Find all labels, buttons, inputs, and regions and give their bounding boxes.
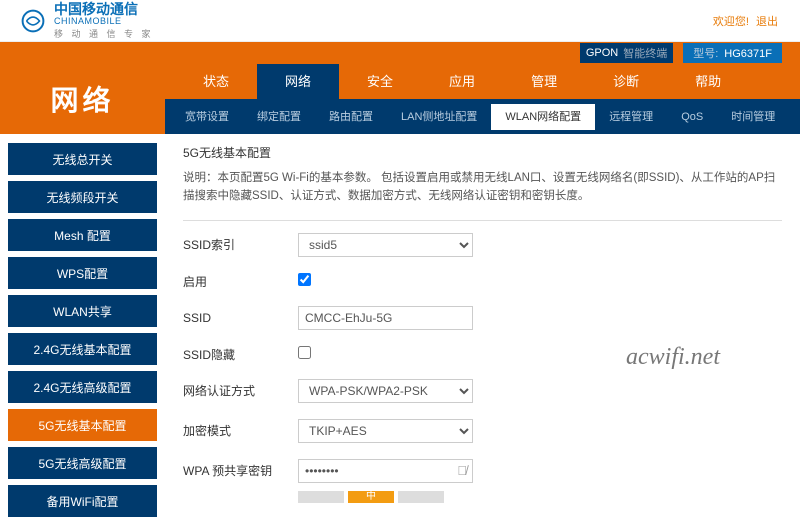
label-psk: WPA 预共享密钥 — [183, 462, 298, 479]
encrypt-select[interactable]: TKIP+AES — [298, 419, 473, 443]
section-title: 5G无线基本配置 — [183, 144, 782, 161]
nav-tab-6[interactable]: 帮助 — [667, 64, 749, 99]
logout-link[interactable]: 退出 — [756, 16, 778, 28]
conn-type: GPON — [586, 47, 618, 59]
ssid-index-select[interactable]: ssid5 — [298, 233, 473, 257]
label-ssid: SSID — [183, 311, 298, 325]
label-enable: 启用 — [183, 273, 298, 290]
subnav-tab-0[interactable]: 宽带设置 — [171, 104, 243, 130]
strength-bar-1 — [298, 491, 344, 503]
brand-tagline: 移 动 通 信 专 家 — [54, 27, 154, 40]
separator — [183, 220, 782, 221]
chinamobile-logo-icon — [20, 8, 46, 34]
eye-icon[interactable]: 👁̸ — [457, 463, 467, 478]
strength-meter: 中 — [298, 491, 782, 503]
sidebar-item-7[interactable]: 5G无线基本配置 — [8, 409, 157, 441]
label-ssid-hide: SSID隐藏 — [183, 346, 298, 363]
auth-select[interactable]: WPA-PSK/WPA2-PSK — [298, 379, 473, 403]
section-desc: 说明：本页配置5G Wi-Fi的基本参数。 包括设置启用或禁用无线LAN口、设置… — [183, 169, 782, 206]
section-brand: 网络 — [0, 64, 165, 134]
brand-name-cn: 中国移动通信 — [54, 2, 154, 16]
subnav-tab-5[interactable]: 远程管理 — [595, 104, 667, 130]
ssid-hide-checkbox[interactable] — [298, 346, 311, 359]
conn-status: 智能终端 — [623, 45, 667, 61]
label-auth: 网络认证方式 — [183, 382, 298, 399]
nav-tab-5[interactable]: 诊断 — [585, 64, 667, 99]
nav-main: 状态网络安全应用管理诊断帮助 — [165, 64, 800, 99]
sidebar-item-3[interactable]: WPS配置 — [8, 257, 157, 289]
nav-sub: 宽带设置绑定配置路由配置LAN侧地址配置WLAN网络配置远程管理QoS时间管理 — [165, 99, 800, 134]
sidebar-item-4[interactable]: WLAN共享 — [8, 295, 157, 327]
sidebar-item-0[interactable]: 无线总开关 — [8, 143, 157, 175]
nav-tab-2[interactable]: 安全 — [339, 64, 421, 99]
nav-tab-4[interactable]: 管理 — [503, 64, 585, 99]
enable-checkbox[interactable] — [298, 273, 311, 286]
strength-bar-2: 中 — [348, 491, 394, 503]
strength-bar-3 — [398, 491, 444, 503]
nav-tab-0[interactable]: 状态 — [175, 64, 257, 99]
sidebar: 无线总开关无线频段开关 Mesh 配置 WPS配置 WLAN共享 2.4G无线基本配置 2… — [0, 134, 165, 506]
subnav-tab-3[interactable]: LAN侧地址配置 — [387, 104, 491, 130]
model-label: 型号: — [693, 48, 718, 60]
subnav-tab-6[interactable]: QoS — [667, 104, 717, 130]
content-panel: 5G无线基本配置 说明：本页配置5G Wi-Fi的基本参数。 包括设置启用或禁用… — [165, 134, 800, 506]
sidebar-item-9[interactable]: 备用WiFi配置 — [8, 485, 157, 517]
sidebar-item-2[interactable]: Mesh 配置 — [8, 219, 157, 251]
psk-input[interactable] — [298, 459, 473, 483]
subnav-tab-4[interactable]: WLAN网络配置 — [491, 104, 595, 130]
sidebar-item-1[interactable]: 无线频段开关 — [8, 181, 157, 213]
subnav-tab-7[interactable]: 时间管理 — [717, 104, 789, 130]
welcome-link[interactable]: 欢迎您! — [713, 16, 749, 28]
nav-tab-1[interactable]: 网络 — [257, 64, 339, 99]
model-value: HG6371F — [724, 48, 772, 60]
label-ssid-index: SSID索引 — [183, 236, 298, 253]
subnav-tab-1[interactable]: 绑定配置 — [243, 104, 315, 130]
brand-logo: 中国移动通信 CHINAMOBILE 移 动 通 信 专 家 — [20, 2, 154, 40]
sidebar-item-8[interactable]: 5G无线高级配置 — [8, 447, 157, 479]
label-encrypt: 加密模式 — [183, 422, 298, 439]
connection-badge: GPON 智能终端 — [580, 43, 673, 63]
brand-name-en: CHINAMOBILE — [54, 16, 154, 26]
model-badge: 型号: HG6371F — [683, 43, 782, 63]
subnav-tab-2[interactable]: 路由配置 — [315, 104, 387, 130]
sidebar-item-5[interactable]: 2.4G无线基本配置 — [8, 333, 157, 365]
sidebar-item-6[interactable]: 2.4G无线高级配置 — [8, 371, 157, 403]
nav-tab-3[interactable]: 应用 — [421, 64, 503, 99]
ssid-input[interactable] — [298, 306, 473, 330]
